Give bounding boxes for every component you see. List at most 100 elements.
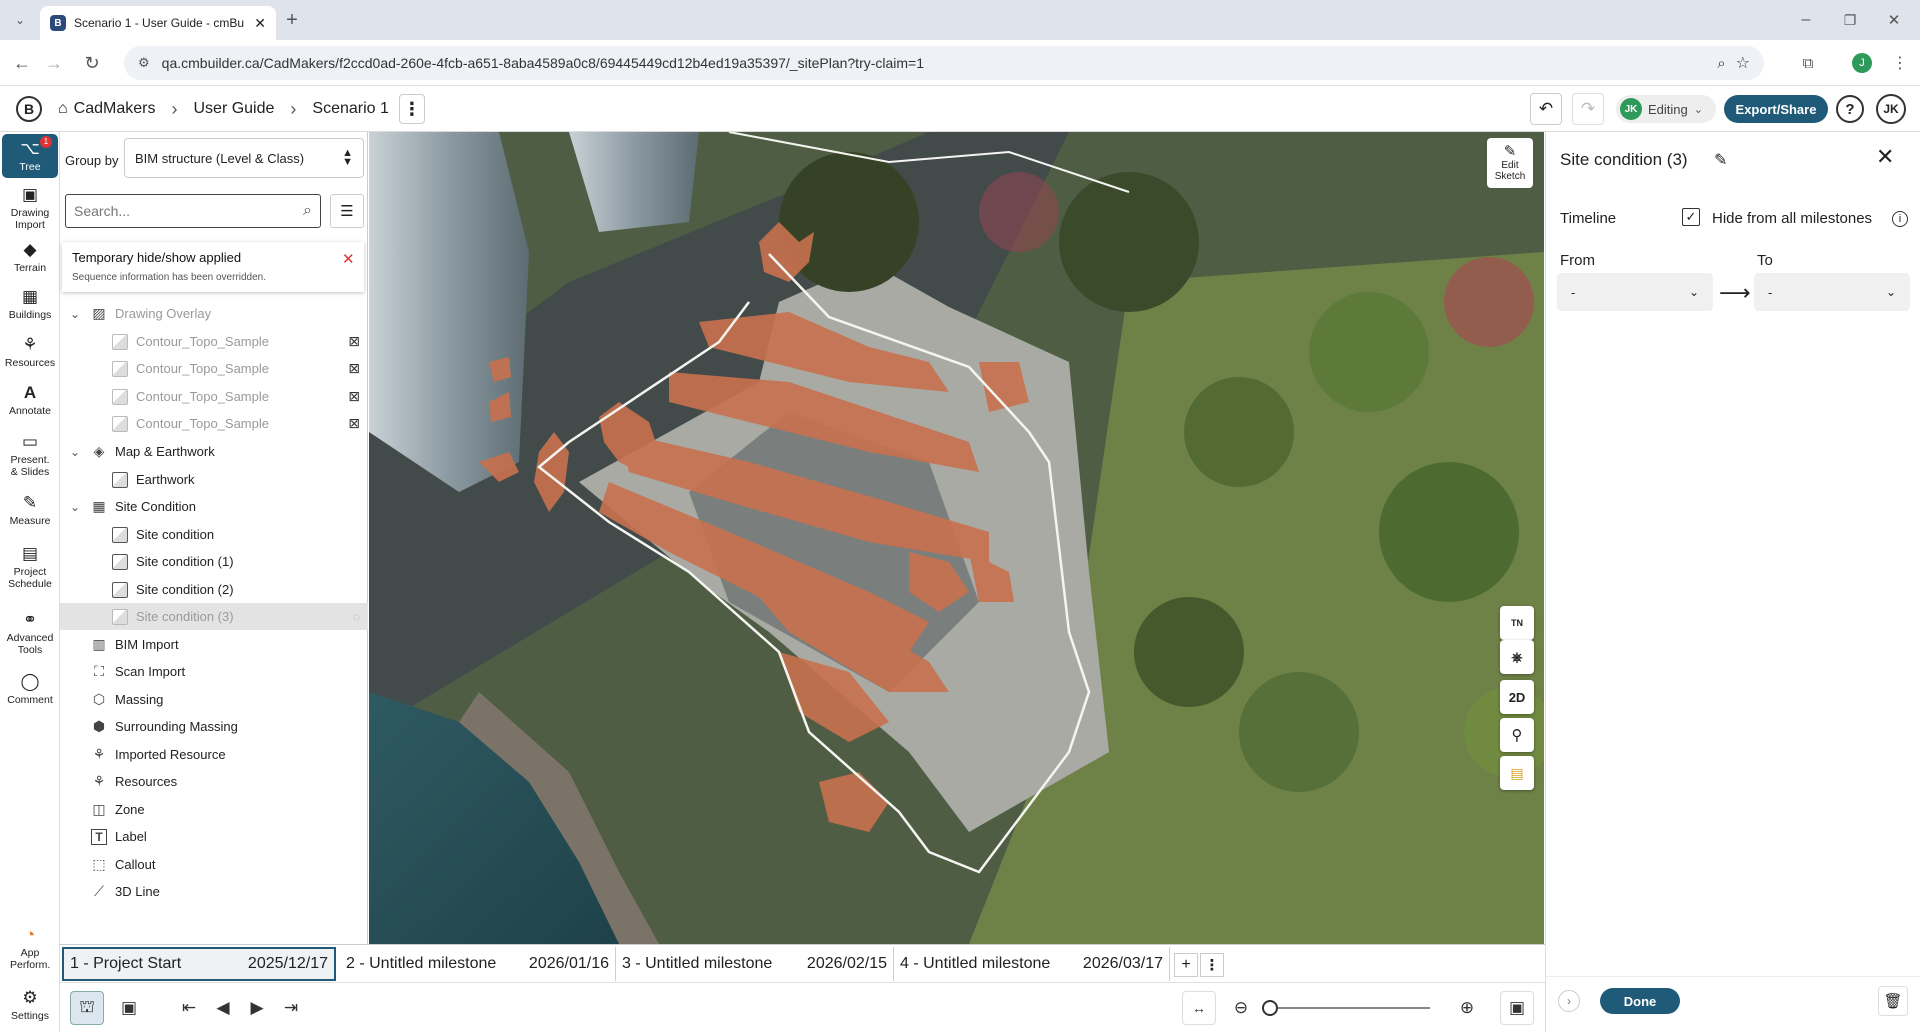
tree-group-bim-import[interactable]: ▥ BIM Import bbox=[60, 631, 368, 658]
redo-button[interactable]: ↷ bbox=[1572, 93, 1604, 125]
sun-study-button[interactable]: ⚲ bbox=[1500, 718, 1534, 752]
tree-item-contour[interactable]: Contour_Topo_Sample ⊠ bbox=[60, 328, 368, 355]
tree-group-map-earthwork[interactable]: ⌄ ◈ Map & Earthwork bbox=[60, 438, 368, 465]
info-icon[interactable]: i bbox=[1892, 211, 1908, 227]
scenario-menu-button[interactable]: ⋮ bbox=[398, 94, 425, 124]
zoom-slider-track[interactable] bbox=[1270, 1007, 1430, 1009]
hidden-eye-icon[interactable]: ◌ bbox=[353, 610, 360, 624]
north-arrow-button[interactable]: TN bbox=[1500, 606, 1534, 640]
browser-menu-icon[interactable]: ⋮ bbox=[1886, 49, 1914, 77]
to-milestone-select[interactable]: - ⌄ bbox=[1754, 273, 1910, 311]
tree-item-contour[interactable]: Contour_Topo_Sample ⊠ bbox=[60, 410, 368, 437]
rail-tree-button[interactable]: ⌥ Tree 1 bbox=[2, 134, 58, 178]
milestone-tab-3[interactable]: 3 - Untitled milestone 2026/02/15 bbox=[616, 947, 894, 981]
zoom-in-icon[interactable]: ⊕ bbox=[1450, 991, 1484, 1025]
map-viewport[interactable]: ✎ Edit Sketch TN ⎈ 2D ⚲ ▤ bbox=[369, 132, 1544, 944]
fit-width-button[interactable]: ↔ bbox=[1182, 991, 1216, 1025]
tree-group-resources[interactable]: ⚘ Resources bbox=[60, 768, 368, 795]
minimize-window-button[interactable]: – bbox=[1792, 6, 1820, 34]
back-button[interactable]: ← bbox=[8, 49, 36, 77]
rail-present-button[interactable]: ▭ Present. & Slides bbox=[2, 424, 58, 486]
browser-profile-avatar[interactable]: J bbox=[1852, 53, 1872, 73]
zoom-out-icon[interactable]: ⊖ bbox=[1224, 991, 1258, 1025]
tab-list-dropdown-icon[interactable]: ⌄ bbox=[6, 6, 34, 34]
rail-comment-button[interactable]: ◯ Comment bbox=[2, 666, 58, 712]
orbit-view-button[interactable]: ⎈ bbox=[1500, 640, 1534, 674]
collapse-panel-button[interactable]: › bbox=[1558, 990, 1580, 1012]
tree-item-site-condition-3[interactable]: Site condition (3) ◌ bbox=[60, 603, 368, 630]
tree-group-label[interactable]: T Label bbox=[60, 823, 368, 850]
add-milestone-button[interactable]: + bbox=[1174, 953, 1198, 977]
rail-project-schedule-button[interactable]: ▤ Project Schedule bbox=[2, 534, 58, 600]
chevron-down-icon[interactable]: ⌄ bbox=[68, 445, 82, 459]
legend-button[interactable]: ▤ bbox=[1500, 756, 1534, 790]
tree-group-surrounding-massing[interactable]: ⬢ Surrounding Massing bbox=[60, 713, 368, 740]
play-button[interactable]: ▶ bbox=[240, 991, 274, 1025]
edit-mode-dropdown[interactable]: JK Editing ⌄ bbox=[1616, 95, 1716, 123]
help-button[interactable]: ? bbox=[1836, 95, 1864, 123]
toggle-2d-button[interactable]: 2D bbox=[1500, 680, 1534, 714]
milestone-tab-2[interactable]: 2 - Untitled milestone 2026/01/16 bbox=[340, 947, 616, 981]
tree-item-site-condition-2[interactable]: Site condition (2) bbox=[60, 576, 368, 603]
visibility-toggle-icon[interactable]: ⊠ bbox=[348, 415, 360, 432]
address-bar[interactable]: ⚙ qa.cmbuilder.ca/CadMakers/f2ccd0ad-260… bbox=[124, 46, 1764, 80]
tree-group-zone[interactable]: ◫ Zone bbox=[60, 796, 368, 823]
zoom-slider-handle[interactable] bbox=[1262, 1000, 1278, 1016]
visibility-toggle-icon[interactable]: ⊠ bbox=[348, 360, 360, 377]
restore-window-button[interactable]: ❐ bbox=[1836, 6, 1864, 34]
new-tab-button[interactable]: + bbox=[278, 6, 306, 34]
delete-trash-button[interactable]: 🗑 bbox=[1878, 986, 1908, 1016]
rail-terrain-button[interactable]: ◆ Terrain bbox=[2, 234, 58, 280]
tree-item-contour[interactable]: Contour_Topo_Sample ⊠ bbox=[60, 383, 368, 410]
edit-sketch-button[interactable]: ✎ Edit Sketch bbox=[1487, 138, 1533, 188]
tree-group-site-condition[interactable]: ⌄ ▦ Site Condition bbox=[60, 493, 368, 520]
chevron-down-icon[interactable]: ⌄ bbox=[68, 500, 82, 514]
from-milestone-select[interactable]: - ⌄ bbox=[1557, 273, 1713, 311]
browser-tab[interactable]: B Scenario 1 - User Guide - cmBu ✕ bbox=[40, 6, 276, 40]
rail-resources-button[interactable]: ⚘ Resources bbox=[2, 328, 58, 376]
tree-group-drawing-overlay[interactable]: ⌄ ▨ Drawing Overlay bbox=[60, 300, 368, 327]
search-box[interactable]: Search... ⌕ bbox=[65, 194, 321, 228]
last-milestone-button[interactable]: ⇥ bbox=[274, 991, 308, 1025]
rail-measure-button[interactable]: ✎ Measure bbox=[2, 486, 58, 534]
rail-annotate-button[interactable]: A Annotate bbox=[2, 376, 58, 424]
milestone-menu-button[interactable]: ⋮ bbox=[1200, 953, 1224, 977]
tree-group-3d-line[interactable]: ⟋ 3D Line bbox=[60, 878, 368, 905]
breadcrumb-org[interactable]: CadMakers bbox=[74, 100, 156, 118]
milestone-tab-1[interactable]: 1 - Project Start 2025/12/17 bbox=[62, 947, 336, 981]
home-icon[interactable]: ⌂ bbox=[58, 100, 68, 118]
tree-item-site-condition[interactable]: Site condition bbox=[60, 521, 368, 548]
zoom-icon[interactable]: ⌕ bbox=[1717, 55, 1725, 72]
bookmark-star-icon[interactable]: ☆ bbox=[1736, 53, 1750, 73]
close-tab-icon[interactable]: ✕ bbox=[254, 15, 266, 32]
filter-list-button[interactable]: ☰ bbox=[330, 194, 364, 228]
visibility-toggle-icon[interactable]: ⊠ bbox=[348, 388, 360, 405]
visibility-toggle-icon[interactable]: ⊠ bbox=[348, 333, 360, 350]
first-milestone-button[interactable]: ⇤ bbox=[172, 991, 206, 1025]
done-button[interactable]: Done bbox=[1600, 988, 1680, 1014]
clear-override-icon[interactable]: ✕ bbox=[342, 250, 355, 268]
screenshot-button[interactable]: ▣ bbox=[1500, 991, 1534, 1025]
rail-advanced-tools-button[interactable]: ⚭ Advanced Tools bbox=[2, 600, 58, 666]
project-view-button[interactable]: ⛫ bbox=[70, 991, 104, 1025]
tree-group-callout[interactable]: ⬚ Callout bbox=[60, 851, 368, 878]
forward-button[interactable]: → bbox=[40, 49, 68, 77]
chevron-down-icon[interactable]: ⌄ bbox=[68, 307, 82, 321]
search-input[interactable]: Search... bbox=[74, 203, 130, 219]
export-share-button[interactable]: Export/Share bbox=[1724, 95, 1828, 123]
extensions-icon[interactable]: ⧉ bbox=[1794, 49, 1822, 77]
site-info-icon[interactable]: ⚙ bbox=[138, 55, 150, 71]
previous-milestone-button[interactable]: ◀ bbox=[206, 991, 240, 1025]
hide-milestones-checkbox[interactable]: ✓ bbox=[1682, 208, 1700, 226]
tree-item-site-condition-1[interactable]: Site condition (1) bbox=[60, 548, 368, 575]
undo-button[interactable]: ↶ bbox=[1530, 93, 1562, 125]
close-panel-button[interactable]: ✕ bbox=[1876, 144, 1894, 170]
tree-group-massing[interactable]: ⬡ Massing bbox=[60, 686, 368, 713]
rail-settings-button[interactable]: ⚙ Settings bbox=[2, 982, 58, 1028]
reload-button[interactable]: ↻ bbox=[78, 49, 106, 77]
rail-drawing-import-button[interactable]: ▣ Drawing Import bbox=[2, 182, 58, 234]
breadcrumb-project[interactable]: User Guide bbox=[193, 100, 274, 118]
app-logo[interactable]: B bbox=[16, 96, 42, 122]
user-avatar[interactable]: JK bbox=[1876, 94, 1906, 124]
rail-buildings-button[interactable]: ▦ Buildings bbox=[2, 280, 58, 328]
